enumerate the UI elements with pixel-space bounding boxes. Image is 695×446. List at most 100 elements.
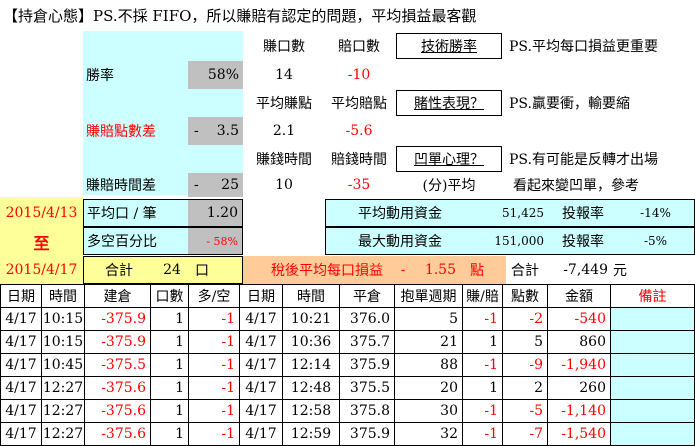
cell-amount: -1,540: [548, 423, 611, 446]
cell-win-loss: 1: [463, 331, 503, 354]
tech-win-link[interactable]: 技術勝率: [396, 33, 502, 59]
period-end: 2015/4/17: [5, 262, 78, 278]
max-capital-label: 最大動用資金: [358, 234, 442, 250]
cell-exit-time: 10:36: [283, 331, 340, 354]
cell-note: [611, 308, 695, 331]
cell-note: [611, 354, 695, 377]
note-avg-pnl: PS.平均每口損益更重要: [509, 39, 658, 55]
cell-exit-price: 376.0: [340, 308, 395, 331]
cell-date: 4/17: [0, 331, 42, 354]
cell-exit-time: 10:21: [283, 308, 340, 331]
gamble-link[interactable]: 賭性表現？: [396, 90, 502, 116]
profit-time-label: 賺錢時間: [256, 152, 312, 168]
avg-loss-pts-label: 平均賠點: [331, 96, 387, 112]
cell-entry: -375.6: [85, 400, 151, 423]
avg-lot-label: 平均口 / 筆: [87, 206, 157, 222]
header-entry: 建倉: [85, 284, 151, 308]
cell-points: -5: [503, 400, 548, 423]
cell-direction: -1: [189, 308, 240, 331]
cell-win-loss: -1: [463, 400, 503, 423]
cell-amount: -1,940: [548, 354, 611, 377]
pts-diff-label: 賺賠點數差: [86, 124, 156, 140]
cell-entry: -375.9: [85, 331, 151, 354]
total-amount: -7,449: [563, 262, 608, 278]
cell-exit-time: 12:48: [283, 377, 340, 400]
pts-diff-cell: - 3.5: [188, 117, 243, 145]
time-diff-label: 賺賠時間差: [86, 178, 156, 194]
header-exit-date: 日期: [240, 284, 283, 308]
cell-hold-period: 32: [395, 423, 463, 446]
header-note: 備註: [611, 284, 695, 308]
cell-exit-price: 375.9: [340, 423, 395, 446]
cell-points: 2: [503, 377, 548, 400]
cell-exit-price: 375.7: [340, 331, 395, 354]
cell-entry: -375.6: [85, 377, 151, 400]
money-unit: 元: [613, 263, 627, 279]
header-points: 點數: [503, 284, 548, 308]
cell-entry: -375.6: [85, 423, 151, 446]
header-direction: 多/空: [189, 284, 240, 308]
cell-amount: -1,140: [548, 400, 611, 423]
cell-lots: 1: [151, 331, 189, 354]
loss-count-value: -10: [347, 67, 371, 83]
ls-ratio-label: 多空百分比: [87, 234, 157, 250]
cell-hold-period: 30: [395, 400, 463, 423]
cell-win-loss: 1: [463, 377, 503, 400]
loss-time-label: 賠錢時間: [331, 152, 387, 168]
header-exit-price: 平倉: [340, 284, 395, 308]
profit-count-label: 賺口數: [263, 39, 305, 55]
cell-date: 4/17: [0, 354, 42, 377]
cell-hold-period: 21: [395, 331, 463, 354]
ls-ratio-value: - 58%: [188, 228, 242, 254]
cell-amount: 260: [548, 377, 611, 400]
avg-profit-pts-label: 平均賺點: [256, 96, 312, 112]
win-rate-label: 勝率: [86, 68, 114, 84]
cell-exit-price: 375.9: [340, 354, 395, 377]
sheet-title: 【持倉心態】PS.不採 FIFO，所以賺賠有認定的問題，平均損益最客觀: [3, 7, 477, 25]
avg-lot-value: 1.20: [188, 200, 242, 226]
total2-label: 合計: [511, 263, 539, 279]
net-pnl-value: 1.55: [424, 262, 456, 278]
cell-exit-date: 4/17: [240, 331, 283, 354]
cell-lots: 1: [151, 354, 189, 377]
cell-time: 12:27: [42, 423, 85, 446]
avg-loss-pts-value: -5.6: [345, 123, 373, 139]
pts-diff-value: 3.5: [216, 123, 239, 139]
cell-note: [611, 377, 695, 400]
cell-win-loss: -1: [463, 354, 503, 377]
cell-hold-period: 5: [395, 308, 463, 331]
roi2-label: 投報率: [562, 234, 604, 250]
cell-hold-period: 20: [395, 377, 463, 400]
header-time: 時間: [42, 284, 85, 308]
cell-exit-time: 12:14: [283, 354, 340, 377]
loss-count-label: 賠口數: [338, 39, 380, 55]
cell-amount: -540: [548, 308, 611, 331]
cell-time: 10:15: [42, 331, 85, 354]
net-pnl-label: 稅後平均每口損益: [271, 263, 383, 279]
header-date: 日期: [0, 284, 42, 308]
cell-direction: -1: [189, 331, 240, 354]
cell-note: [611, 423, 695, 446]
cell-date: 4/17: [0, 423, 42, 446]
cell-lots: 1: [151, 308, 189, 331]
header-amount: 金額: [548, 284, 611, 308]
cell-win-loss: -1: [463, 308, 503, 331]
cell-points: 5: [503, 331, 548, 354]
lot-unit: 口: [195, 263, 209, 279]
cell-exit-price: 375.5: [340, 377, 395, 400]
cell-exit-date: 4/17: [240, 354, 283, 377]
avg-capital-value: 51,425: [502, 206, 544, 220]
stats-panel: [83, 31, 243, 195]
minute-avg-label: (分)平均: [422, 178, 476, 194]
spreadsheet: 【持倉心態】PS.不採 FIFO，所以賺賠有認定的問題，平均損益最客觀 賺口數 …: [0, 0, 695, 446]
cell-points: -7: [503, 423, 548, 446]
header-hold-period: 抱單週期: [395, 284, 463, 308]
cell-date: 4/17: [0, 400, 42, 423]
period-start: 2015/4/13: [5, 205, 78, 221]
period-to: 至: [33, 234, 50, 253]
trapped-link[interactable]: 凹單心理？: [396, 146, 502, 172]
profit-count-value: 14: [275, 67, 293, 83]
cell-note: [611, 400, 695, 423]
cell-lots: 1: [151, 400, 189, 423]
loss-time-value: -35: [347, 177, 371, 193]
